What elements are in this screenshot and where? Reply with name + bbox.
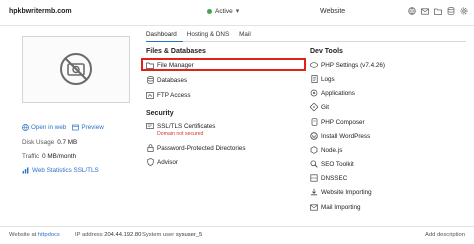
open-in-web-link[interactable]: Open in web — [22, 124, 66, 131]
ftp-icon — [146, 91, 154, 99]
folder-icon[interactable] — [433, 6, 442, 16]
preview-label: Preview — [81, 124, 104, 131]
database-icon[interactable] — [446, 6, 455, 16]
disk-usage-row: Disk Usage 0.7 MB — [22, 139, 77, 146]
website-importing-label: Website Importing — [321, 188, 372, 196]
system-user-info: System user sysuser_5 — [142, 232, 202, 238]
ssl-tls-label: SSL/TLS Certificates — [157, 122, 216, 130]
website-at-label: Website at — [9, 232, 37, 238]
logs-link[interactable]: Logs — [310, 75, 335, 83]
statistics-icon — [22, 167, 29, 174]
wordpress-icon — [310, 132, 318, 140]
git-label: Git — [321, 103, 330, 111]
status-dot-icon — [207, 9, 212, 14]
preview-icon — [72, 124, 80, 131]
databases-label: Databases — [157, 76, 188, 84]
php-composer-link[interactable]: PHP Composer — [310, 118, 365, 126]
system-user-value: sysuser_5 — [175, 232, 203, 238]
traffic-label: Traffic — [22, 153, 40, 160]
logs-label: Logs — [321, 75, 335, 83]
mail-icon[interactable] — [420, 6, 429, 16]
web-statistics-link[interactable]: Web Statistics SSL/TLS — [22, 167, 99, 174]
tab-dashboard[interactable]: Dashboard — [146, 30, 183, 42]
git-icon — [310, 103, 318, 111]
ip-address-info: IP address 204.44.192.80 — [75, 232, 141, 238]
file-manager-highlight — [141, 58, 306, 71]
security-title: Security — [146, 110, 174, 117]
ssl-warning: Domain not secured — [157, 131, 204, 137]
nodejs-link[interactable]: Node.js — [310, 146, 342, 154]
mail-importing-link[interactable]: Mail Importing — [310, 203, 361, 211]
website-at-info: Website at httpdocs — [9, 232, 60, 238]
ip-address-label: IP address — [75, 232, 103, 238]
nodejs-icon — [310, 146, 318, 154]
ip-address-value: 204.44.192.80 — [104, 232, 142, 238]
shield-icon — [146, 158, 154, 166]
footer-bar: Website at httpdocs IP address 204.44.19… — [0, 226, 474, 244]
disk-usage-label: Disk Usage — [22, 139, 55, 146]
open-in-web-label: Open in web — [31, 124, 67, 131]
nodejs-label: Node.js — [321, 146, 343, 154]
lock-icon — [146, 144, 154, 152]
preview-links: Open in web Preview — [22, 124, 104, 131]
tab-mail[interactable]: Mail — [239, 30, 257, 42]
add-description-link[interactable]: Add description — [425, 232, 465, 238]
mail-import-icon — [310, 203, 318, 211]
install-wordpress-label: Install WordPress — [321, 132, 371, 140]
traffic-value: 0 MB/month — [42, 153, 77, 160]
php-settings-link[interactable]: PHP Settings (v7.4.26) — [310, 61, 385, 69]
ftp-access-label: FTP Access — [157, 91, 191, 99]
files-databases-title: Files & Databases — [146, 48, 206, 55]
database-icon — [146, 76, 154, 84]
seo-toolkit-label: SEO Toolkit — [321, 160, 354, 168]
dev-tools-title: Dev Tools — [310, 48, 343, 55]
web-statistics-label: Web Statistics SSL/TLS — [32, 167, 99, 174]
globe-icon[interactable] — [407, 6, 416, 16]
globe-small-icon — [22, 124, 29, 131]
php-settings-label: PHP Settings (v7.4.26) — [321, 61, 385, 69]
chevron-down-icon: ▾ — [235, 8, 240, 15]
dnssec-label: DNSSEC — [321, 174, 348, 182]
disk-usage-value: 0.7 MB — [57, 139, 78, 146]
advisor-link[interactable]: Advisor — [146, 158, 178, 166]
seo-toolkit-link[interactable]: SEO Toolkit — [310, 160, 354, 168]
traffic-row: Traffic 0 MB/month — [22, 153, 76, 160]
ftp-access-link[interactable]: FTP Access — [146, 91, 190, 99]
seo-icon — [310, 160, 318, 168]
php-composer-label: PHP Composer — [321, 118, 365, 126]
php-icon — [310, 61, 318, 69]
top-icon-toolbar — [407, 6, 468, 16]
logs-icon — [310, 75, 318, 83]
password-protected-label: Password-Protected Directories — [157, 144, 246, 152]
domain-name[interactable]: hpkbwritermb.com — [9, 8, 72, 15]
website-at-link[interactable]: httpdocs — [38, 232, 60, 238]
tab-hosting-dns[interactable]: Hosting & DNS — [187, 30, 235, 42]
top-bar: hpkbwritermb.com Active ▾ Website — [0, 0, 474, 26]
git-link[interactable]: Git — [310, 103, 329, 111]
databases-link[interactable]: Databases — [146, 76, 187, 84]
dnssec-icon — [310, 174, 318, 182]
mail-importing-label: Mail Importing — [321, 203, 361, 211]
no-image-icon — [59, 52, 93, 88]
applications-label: Applications — [321, 89, 355, 97]
applications-icon — [310, 89, 318, 97]
dnssec-link[interactable]: DNSSEC — [310, 174, 347, 182]
certificate-icon — [146, 122, 154, 130]
password-protected-link[interactable]: Password-Protected Directories — [146, 144, 246, 152]
composer-icon — [310, 118, 318, 126]
main-tabs: Dashboard Hosting & DNS Mail — [146, 30, 466, 42]
import-icon — [310, 188, 318, 196]
applications-link[interactable]: Applications — [310, 89, 355, 97]
gear-icon[interactable] — [459, 6, 468, 16]
status-label: Active — [215, 8, 233, 15]
system-user-label: System user — [142, 232, 175, 238]
preview-link[interactable]: Preview — [72, 124, 104, 131]
website-importing-link[interactable]: Website Importing — [310, 188, 372, 196]
site-preview-thumbnail — [22, 36, 130, 103]
website-label: Website — [320, 8, 346, 15]
status-dropdown[interactable]: Active ▾ — [207, 8, 239, 15]
ssl-tls-link[interactable]: SSL/TLS Certificates — [146, 122, 215, 130]
install-wordpress-link[interactable]: Install WordPress — [310, 132, 370, 140]
advisor-label: Advisor — [157, 158, 178, 166]
